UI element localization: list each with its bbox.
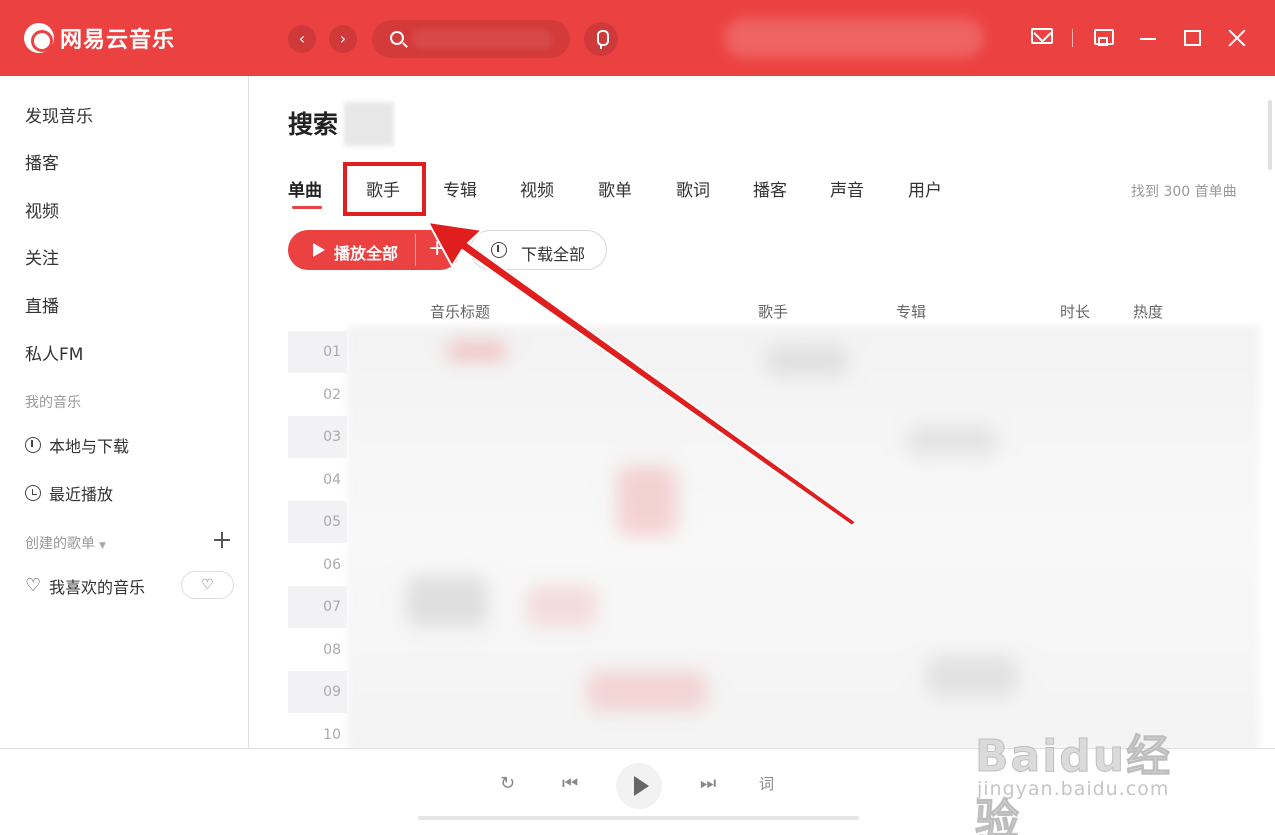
blurred-content [447, 341, 507, 361]
blurred-content [907, 426, 997, 456]
netease-logo-icon [24, 23, 54, 53]
table-row-number: 05 [288, 501, 347, 543]
tab-podcasts[interactable]: 播客 [753, 176, 787, 201]
page-title: 搜索 [288, 110, 339, 139]
table-row-number: 09 [288, 671, 347, 713]
mail-icon[interactable] [1031, 28, 1053, 44]
table-row-number: 08 [323, 642, 341, 658]
section-created-label: 创建的歌单 [25, 536, 95, 552]
tab-albums[interactable]: 专辑 [443, 176, 477, 201]
column-artist[interactable]: 歌手 [758, 301, 788, 322]
tab-videos[interactable]: 视频 [520, 176, 554, 201]
add-playlist-icon[interactable] [214, 532, 230, 548]
table-row-number: 06 [323, 557, 341, 573]
sidebar-item-liked[interactable]: ♡ 我喜欢的音乐 [25, 574, 145, 598]
sidebar-item-discover[interactable]: 发现音乐 [25, 102, 93, 127]
play-icon [313, 243, 325, 257]
column-title[interactable]: 音乐标题 [430, 301, 490, 322]
loop-mode-icon[interactable]: ↻ [500, 773, 515, 794]
sidebar: 发现音乐 播客 视频 关注 直播 私人FM 我的音乐 本地与下载 最近播放 创建… [0, 76, 249, 748]
result-count: 找到 300 首单曲 [1131, 184, 1237, 200]
next-track-icon[interactable]: ⏭ [700, 773, 716, 794]
sidebar-item-video[interactable]: 视频 [25, 197, 59, 222]
section-my-music: 我的音乐 [25, 395, 81, 411]
voice-search-icon[interactable] [584, 22, 618, 56]
sidebar-item-podcast[interactable]: 播客 [25, 149, 59, 174]
user-area-blurred[interactable] [724, 18, 984, 58]
play-all-divider [415, 234, 416, 266]
song-list-blurred[interactable] [347, 326, 1259, 750]
play-all-label: 播放全部 [334, 244, 399, 263]
blurred-content [767, 346, 847, 376]
sidebar-item-local-download[interactable]: 本地与下载 [25, 433, 129, 457]
progress-bar[interactable] [418, 816, 859, 820]
minimize-icon[interactable] [1140, 38, 1156, 40]
sidebar-item-live[interactable]: 直播 [25, 292, 59, 317]
heartbeat-mode-button[interactable]: ♡ [181, 571, 234, 599]
column-duration[interactable]: 时长 [1060, 301, 1090, 322]
clock-icon [25, 485, 41, 501]
tab-lyrics[interactable]: 歌词 [676, 176, 710, 201]
tab-sounds[interactable]: 声音 [830, 176, 864, 201]
sidebar-item-recent[interactable]: 最近播放 [25, 481, 113, 505]
search-keyword-blurred [344, 102, 394, 146]
lyrics-toggle[interactable]: 词 [759, 773, 774, 794]
download-all-button[interactable]: 下载全部 [470, 230, 607, 270]
mini-player-icon[interactable] [1094, 29, 1114, 46]
search-icon [390, 31, 404, 45]
title-divider [1072, 29, 1073, 47]
title-bar: 网易云音乐 ‹ › [0, 0, 1275, 76]
app-name: 网易云音乐 [60, 28, 176, 53]
tab-users[interactable]: 用户 [908, 176, 942, 201]
blurred-content [527, 586, 597, 626]
table-row-number: 07 [288, 586, 347, 628]
close-icon[interactable] [1228, 29, 1246, 47]
sidebar-item-label: 我喜欢的音乐 [49, 578, 146, 597]
tab-playlists[interactable]: 歌单 [598, 176, 632, 201]
search-query-blurred [412, 29, 552, 49]
blurred-content [587, 671, 707, 711]
active-tab-indicator [292, 206, 322, 209]
previous-track-icon[interactable]: ⏮ [562, 773, 578, 794]
heart-icon: ♡ [25, 575, 42, 596]
table-row-number: 04 [323, 472, 341, 488]
caret-down-icon: ▼ [99, 541, 106, 551]
section-created-playlists[interactable]: 创建的歌单 ▼ [25, 533, 106, 553]
column-album[interactable]: 专辑 [896, 301, 926, 322]
download-icon [491, 242, 507, 258]
blurred-content [927, 656, 1017, 696]
app-logo[interactable]: 网易云音乐 [24, 22, 175, 54]
annotation-highlight-box [343, 162, 426, 216]
table-row-number: 01 [288, 331, 347, 373]
tab-songs[interactable]: 单曲 [288, 176, 322, 201]
watermark-sub: jingyan.baidu.com [977, 778, 1170, 800]
sidebar-item-label: 本地与下载 [49, 437, 130, 456]
sidebar-item-follow[interactable]: 关注 [25, 244, 59, 269]
play-all-button[interactable]: 播放全部 + [288, 230, 460, 270]
blurred-content [617, 466, 677, 536]
table-row-number: 02 [323, 387, 341, 403]
sidebar-item-fm[interactable]: 私人FM [25, 340, 83, 365]
forward-button[interactable]: › [329, 25, 357, 53]
scrollbar[interactable] [1268, 100, 1272, 170]
table-row-number: 03 [288, 416, 347, 458]
search-input[interactable] [372, 20, 570, 58]
back-button[interactable]: ‹ [288, 25, 316, 53]
play-pause-button[interactable] [616, 763, 662, 809]
column-popularity[interactable]: 热度 [1133, 301, 1163, 322]
download-all-label: 下载全部 [521, 245, 586, 264]
download-icon [25, 437, 41, 453]
baidu-watermark: Baidu经验 jingyan.baidu.com [975, 700, 1215, 835]
maximize-icon[interactable] [1184, 30, 1201, 46]
add-to-queue-icon[interactable]: + [428, 236, 446, 261]
blurred-content [407, 576, 487, 626]
sidebar-item-label: 最近播放 [49, 485, 114, 504]
heartbeat-icon: ♡ [201, 577, 214, 593]
